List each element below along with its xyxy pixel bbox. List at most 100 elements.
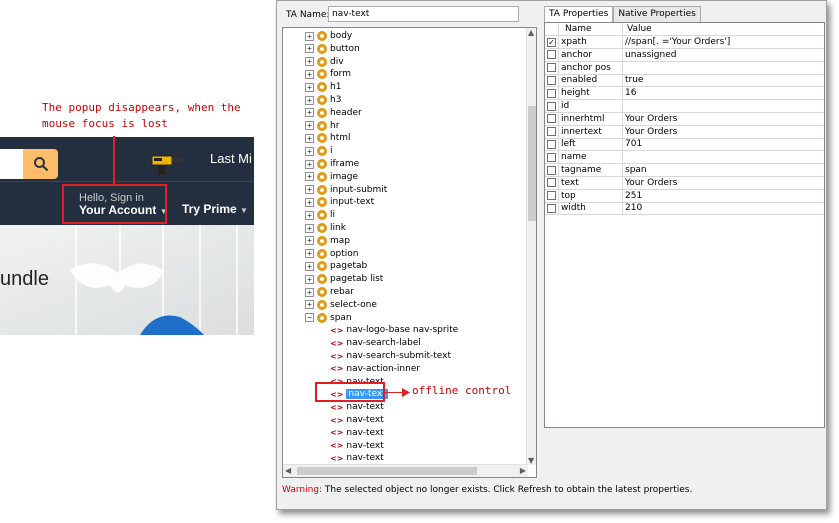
tree-horizontal-scrollbar[interactable]: ◀ ▶ <box>283 464 528 477</box>
checkbox[interactable] <box>547 191 556 201</box>
tree-node[interactable]: + html <box>305 132 351 144</box>
tree-node[interactable]: + i <box>305 145 333 157</box>
tree-node[interactable]: + li <box>305 209 335 221</box>
tree-vertical-scrollbar[interactable]: ▲ ▼ <box>526 28 536 465</box>
expand-icon[interactable]: + <box>305 69 314 79</box>
object-tree[interactable]: + body + button + div + form + h1 + h3 + header + hr + ht… <box>282 27 537 478</box>
property-row[interactable]: innerhtml Your Orders <box>545 112 824 126</box>
checkbox[interactable] <box>547 75 556 85</box>
expand-icon[interactable]: + <box>305 300 314 310</box>
scroll-down-icon[interactable]: ▼ <box>528 456 534 465</box>
property-checkbox-cell[interactable] <box>545 125 559 138</box>
tree-node[interactable]: + map <box>305 235 350 247</box>
try-prime-menu[interactable]: Try Prime ▼ <box>182 202 248 216</box>
property-checkbox-cell[interactable] <box>545 202 559 215</box>
amazon-search-button[interactable] <box>23 149 58 179</box>
tree-node-child[interactable]: <> nav-text <box>330 427 384 439</box>
tree-node[interactable]: + select-one <box>305 299 377 311</box>
tree-node-child[interactable]: <> nav-logo-base nav-sprite <box>330 324 458 336</box>
property-row[interactable]: height 16 <box>545 87 824 101</box>
expand-icon[interactable]: + <box>305 172 314 182</box>
tree-node[interactable]: − span <box>305 312 352 324</box>
tree-node[interactable]: + input-text <box>305 196 374 208</box>
tree-node[interactable]: + option <box>305 248 358 260</box>
property-row[interactable]: anchor unassigned <box>545 48 824 62</box>
expand-icon[interactable]: + <box>305 249 314 259</box>
property-checkbox-cell[interactable] <box>545 189 559 202</box>
property-row[interactable]: anchor pos <box>545 61 824 75</box>
tree-node[interactable]: + rebar <box>305 286 354 298</box>
amazon-search-input[interactable] <box>0 149 25 179</box>
expand-icon[interactable]: + <box>305 95 314 105</box>
expand-icon[interactable]: + <box>305 223 314 233</box>
property-row[interactable]: text Your Orders <box>545 176 824 190</box>
tree-node-child[interactable]: <> nav-search-label <box>330 337 421 349</box>
tree-node-child[interactable]: <> nav-search-submit-text <box>330 350 451 362</box>
tree-node[interactable]: + hr <box>305 120 339 132</box>
checkbox[interactable] <box>547 50 556 60</box>
property-row[interactable]: width 210 <box>545 202 824 216</box>
expand-icon[interactable]: + <box>305 31 314 41</box>
tree-node-child[interactable]: <> nav-text <box>330 401 384 413</box>
scroll-left-icon[interactable]: ◀ <box>285 466 291 475</box>
expand-icon[interactable]: + <box>305 197 314 207</box>
expand-icon[interactable]: + <box>305 210 314 220</box>
tree-node-child[interactable]: <> nav-action-inner <box>330 363 420 375</box>
scroll-thumb[interactable] <box>297 467 477 475</box>
tree-node-child[interactable]: <> nav-text <box>330 452 384 464</box>
expand-icon[interactable]: + <box>305 57 314 67</box>
property-row[interactable]: name <box>545 151 824 165</box>
tree-node[interactable]: + body <box>305 30 352 42</box>
property-checkbox-cell[interactable]: ✓ <box>545 36 559 48</box>
checkbox[interactable] <box>547 88 556 98</box>
property-row[interactable]: innertext Your Orders <box>545 125 824 139</box>
expand-icon[interactable]: + <box>305 44 314 54</box>
expand-icon[interactable]: + <box>305 82 314 92</box>
ta-name-field[interactable]: nav-text <box>328 6 519 22</box>
expand-icon[interactable]: + <box>305 121 314 131</box>
checkbox[interactable] <box>547 178 556 188</box>
property-checkbox-cell[interactable] <box>545 138 559 151</box>
expand-icon[interactable]: + <box>305 133 314 143</box>
tree-node[interactable]: + link <box>305 222 346 234</box>
property-checkbox-cell[interactable] <box>545 100 559 112</box>
expand-icon[interactable]: + <box>305 236 314 246</box>
property-row[interactable]: ✓ xpath//span[. ='Your Orders'] <box>545 36 824 49</box>
tab-native-properties[interactable]: Native Properties <box>613 6 701 22</box>
property-checkbox-cell[interactable] <box>545 164 559 176</box>
checkbox[interactable] <box>547 101 556 111</box>
expand-icon[interactable]: + <box>305 159 314 169</box>
tree-node[interactable]: + button <box>305 43 360 55</box>
property-row[interactable]: id <box>545 100 824 113</box>
checkbox[interactable] <box>547 203 556 213</box>
tree-node[interactable]: + iframe <box>305 158 359 170</box>
property-row[interactable]: left 701 <box>545 138 824 152</box>
tree-node[interactable]: + pagetab <box>305 260 367 272</box>
tree-node[interactable]: + pagetab list <box>305 273 383 285</box>
tree-node-child[interactable]: <> nav-text <box>330 440 384 452</box>
checkbox[interactable] <box>547 63 556 73</box>
checkbox[interactable] <box>547 139 556 149</box>
property-checkbox-cell[interactable] <box>545 87 559 100</box>
expand-icon[interactable]: + <box>305 185 314 195</box>
expand-icon[interactable]: + <box>305 108 314 118</box>
checkbox[interactable] <box>547 165 556 175</box>
scroll-up-icon[interactable]: ▲ <box>528 28 534 37</box>
checkbox[interactable] <box>547 114 556 124</box>
expand-icon[interactable]: + <box>305 287 314 297</box>
expand-icon[interactable]: + <box>305 261 314 271</box>
expand-icon[interactable]: + <box>305 146 314 156</box>
tree-node-child[interactable]: <> nav-text <box>330 414 384 426</box>
tree-node[interactable]: + input-submit <box>305 184 387 196</box>
scroll-right-icon[interactable]: ▶ <box>520 466 526 475</box>
tree-node[interactable]: + header <box>305 107 362 119</box>
tree-node[interactable]: + h1 <box>305 81 341 93</box>
property-checkbox-cell[interactable] <box>545 112 559 125</box>
property-row[interactable]: tagname span <box>545 164 824 177</box>
tree-node[interactable]: + h3 <box>305 94 341 106</box>
property-checkbox-cell[interactable] <box>545 48 559 61</box>
property-checkbox-cell[interactable] <box>545 176 559 189</box>
checkbox[interactable] <box>547 152 556 162</box>
property-checkbox-cell[interactable] <box>545 151 559 164</box>
scroll-thumb[interactable] <box>528 106 536 221</box>
